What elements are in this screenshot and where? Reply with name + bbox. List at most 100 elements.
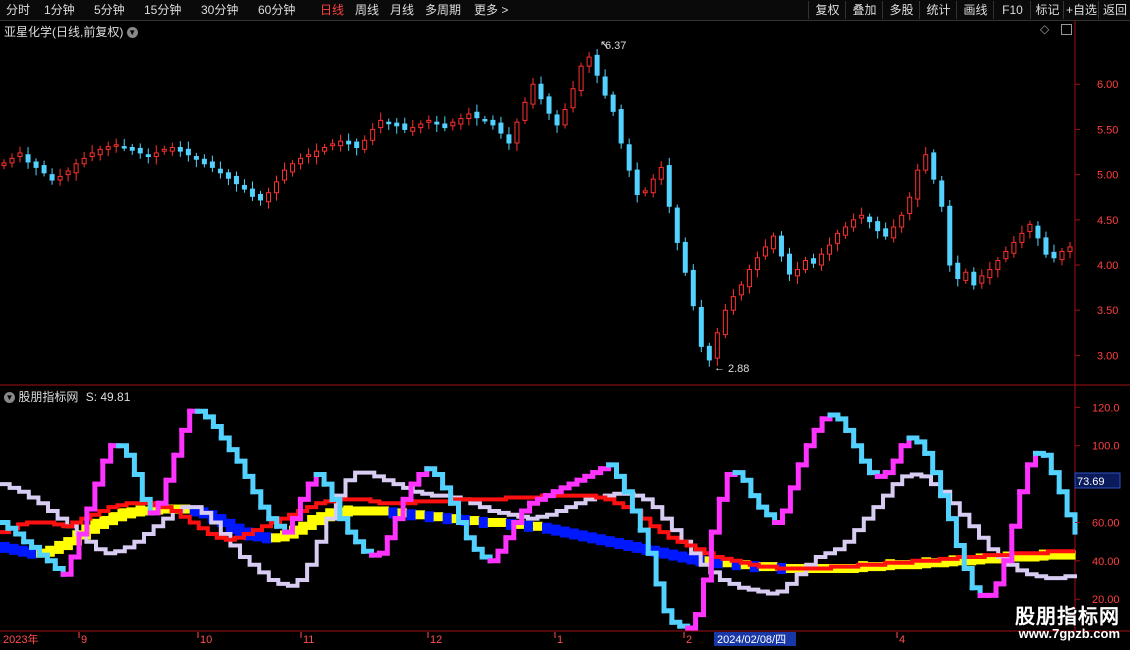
- candle: [666, 157, 672, 214]
- candle: [217, 161, 223, 179]
- band-segment: [18, 545, 28, 557]
- oscillator-segment: [305, 472, 319, 487]
- band-segment: [451, 514, 462, 524]
- period-tab-daily[interactable]: 日线: [320, 2, 344, 18]
- oscillator-segment: [969, 585, 983, 598]
- candle: [995, 256, 1001, 278]
- oscillator-segment: [258, 504, 272, 522]
- low-label: 2.88: [728, 363, 749, 375]
- period-tab-15min[interactable]: 15分钟: [144, 2, 181, 18]
- period-tab-1min[interactable]: 1分钟: [44, 2, 75, 18]
- window-toggle-icon[interactable]: [1060, 24, 1072, 36]
- candle: [867, 213, 873, 229]
- candle: [418, 120, 424, 134]
- candle: [129, 143, 135, 155]
- band-segment: [108, 512, 119, 526]
- high-label: 6.37: [605, 40, 626, 52]
- time-label-11: 11: [303, 634, 314, 646]
- period-tab-monthly[interactable]: 月线: [390, 2, 414, 18]
- more-label: 更多: [474, 3, 499, 17]
- oscillator-segment: [898, 435, 912, 449]
- multi-stock-button[interactable]: 多股: [882, 1, 920, 19]
- oscillator-segment: [321, 481, 335, 502]
- main-y-tick-label: 5.00: [1097, 170, 1118, 182]
- time-label-9: 9: [81, 634, 87, 646]
- band-segment: [740, 560, 751, 570]
- candle: [506, 127, 512, 150]
- oscillator-segment: [0, 520, 11, 531]
- oscillator-segment: [953, 543, 967, 571]
- period-tab-more[interactable]: 更多 >: [474, 2, 508, 18]
- candle: [241, 179, 247, 193]
- band-segment: [1047, 550, 1058, 560]
- band-segment: [668, 549, 679, 561]
- band-segment: [523, 520, 534, 532]
- period-tab-multi[interactable]: 多周期: [425, 2, 461, 18]
- band-segment: [469, 516, 480, 526]
- fuquan-button[interactable]: 复权: [808, 1, 846, 19]
- oscillator-segment: [819, 412, 833, 422]
- oscillator-segment: [1001, 523, 1015, 564]
- period-tab-weekly[interactable]: 周线: [355, 2, 379, 18]
- candle: [394, 118, 400, 134]
- oscillator-segment: [677, 623, 691, 631]
- stats-button[interactable]: 统计: [919, 1, 957, 19]
- oscillator-segment: [337, 516, 351, 535]
- candle: [586, 52, 592, 74]
- candle: [594, 48, 600, 84]
- period-tab-5min[interactable]: 5分钟: [94, 2, 125, 18]
- period-tab-30min[interactable]: 30分钟: [201, 2, 238, 18]
- oscillator-segment: [353, 539, 367, 554]
- diamond-icon[interactable]: ◇: [1040, 22, 1049, 36]
- oscillator-segment: [882, 458, 896, 476]
- band-segment: [767, 562, 778, 572]
- candle: [105, 141, 111, 157]
- band-segment: [686, 553, 697, 565]
- candle: [434, 115, 440, 132]
- candle: [121, 138, 127, 152]
- oscillator-segment: [732, 470, 746, 483]
- oscillator-segment: [614, 473, 627, 495]
- candle: [354, 138, 360, 156]
- oscillator-segment: [716, 472, 730, 502]
- back-button[interactable]: 返回: [1098, 1, 1130, 19]
- candle: [145, 148, 151, 164]
- band-segment: [939, 558, 950, 568]
- band-segment: [325, 508, 335, 522]
- time-label-12: 12: [430, 634, 442, 646]
- add-watchlist-button[interactable]: +自选: [1063, 1, 1099, 19]
- band-segment: [406, 509, 417, 521]
- band-segment: [1002, 551, 1013, 563]
- panel-controls: ◇: [1040, 22, 1072, 36]
- chevron-down-icon[interactable]: ▼: [126, 27, 138, 39]
- candle: [249, 181, 255, 202]
- oscillator-segment: [637, 527, 651, 556]
- band-segment: [785, 564, 796, 574]
- oscillator-segment: [60, 554, 74, 577]
- lavender-line: [0, 470, 1077, 596]
- oscillator-segment: [448, 500, 461, 525]
- band-segment: [912, 560, 923, 570]
- oscillator-segment: [84, 481, 98, 512]
- oscillator-segment: [795, 443, 809, 468]
- candle: [33, 158, 39, 176]
- candle: [1019, 225, 1025, 249]
- oscillator-segment: [653, 581, 667, 614]
- oscillator-segment: [369, 550, 382, 558]
- period-tab-fenshi[interactable]: 分时: [6, 2, 30, 18]
- overlay-button[interactable]: 叠加: [845, 1, 883, 19]
- band-segment: [776, 563, 787, 575]
- band-segment: [605, 536, 615, 548]
- oscillator-segment: [13, 531, 27, 545]
- chevron-down-icon[interactable]: ▼: [4, 392, 15, 404]
- oscillator-segment: [392, 496, 406, 522]
- period-tab-60min[interactable]: 60分钟: [258, 2, 295, 18]
- candle: [17, 146, 23, 163]
- f10-button[interactable]: F10: [993, 1, 1031, 19]
- band-segment: [45, 545, 55, 557]
- candle: [650, 174, 656, 198]
- band-segment: [659, 547, 670, 559]
- mark-button[interactable]: 标记: [1030, 1, 1064, 19]
- draw-line-button[interactable]: 画线: [956, 1, 994, 19]
- candle: [658, 161, 664, 185]
